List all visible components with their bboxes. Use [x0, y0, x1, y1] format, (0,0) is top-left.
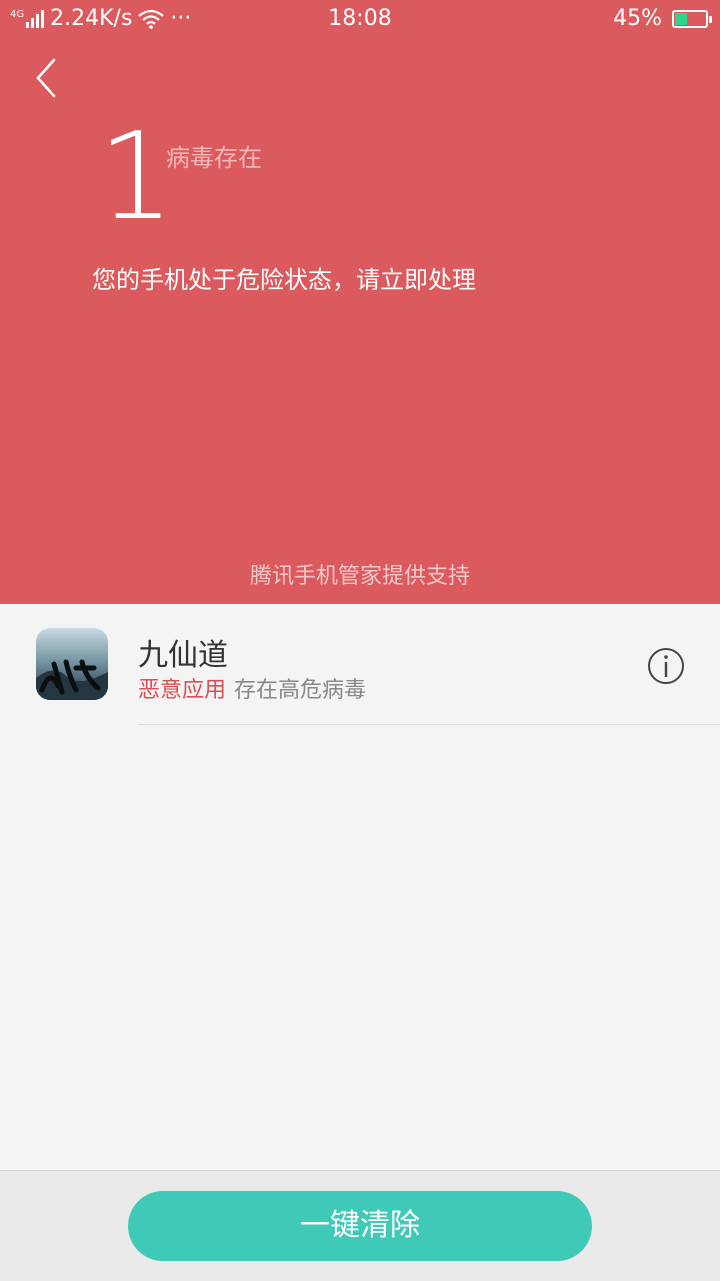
threat-description: 存在高危病毒	[234, 678, 367, 703]
virus-count: 1	[98, 108, 175, 247]
malicious-tag: 恶意应用	[138, 678, 227, 703]
battery-icon	[672, 9, 712, 28]
app-icon	[36, 628, 108, 700]
status-bar: 4G 2.24K/s ··· 18:08 45%	[0, 0, 720, 38]
virus-count-label: 病毒存在	[166, 144, 262, 172]
danger-warning: 您的手机处于危险状态，请立即处理	[92, 266, 476, 294]
clock: 18:08	[328, 6, 392, 31]
status-right: 45%	[613, 6, 712, 31]
info-icon[interactable]	[646, 646, 686, 686]
powered-by: 腾讯手机管家提供支持	[249, 564, 470, 589]
app-name: 九仙道	[138, 638, 228, 673]
scan-result-header: 4G 2.24K/s ··· 18:08 45% 1 病毒存在 您的手机处于危险…	[0, 0, 720, 604]
bottom-action-bar: 一键清除	[0, 1170, 720, 1281]
back-arrow-icon[interactable]	[30, 56, 74, 100]
threat-list: 九仙道 恶意应用 存在高危病毒	[0, 604, 720, 725]
one-click-clean-button[interactable]: 一键清除	[128, 1191, 592, 1261]
app-logo-icon	[36, 628, 108, 700]
row-divider	[138, 724, 720, 725]
threat-item[interactable]: 九仙道 恶意应用 存在高危病毒	[0, 604, 720, 725]
battery-percent: 45%	[613, 6, 662, 31]
battery-fill	[675, 12, 688, 25]
